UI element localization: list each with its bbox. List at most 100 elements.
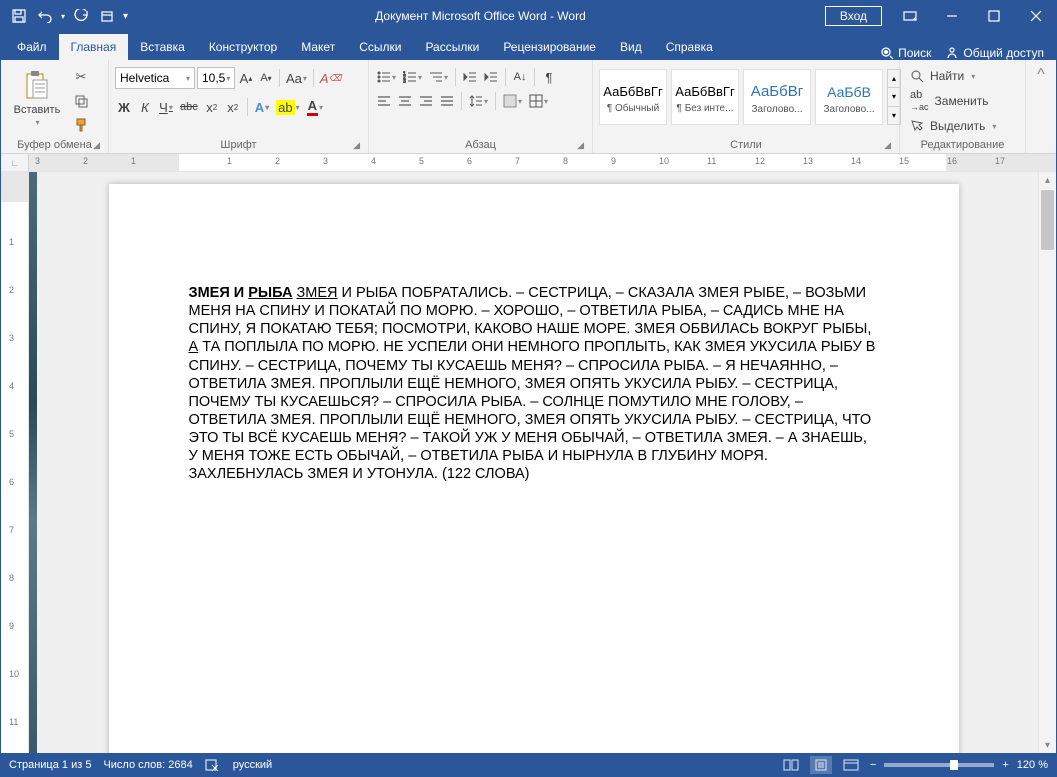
styles-launcher-icon[interactable]: ◢ — [884, 140, 891, 151]
copy-icon[interactable] — [71, 91, 91, 111]
shading-icon[interactable]: ▾ — [501, 91, 524, 111]
vertical-ruler[interactable]: 1234567891011121314151617181920212223242… — [1, 172, 29, 753]
italic-icon[interactable]: К — [136, 97, 154, 117]
find-button[interactable]: Найти▾ — [906, 67, 1000, 85]
styles-scroll[interactable]: ▴ ▾ ▾ — [887, 69, 901, 125]
tab-view[interactable]: Вид — [608, 34, 654, 60]
minimize-icon[interactable] — [932, 1, 972, 31]
view-web-icon[interactable] — [840, 756, 862, 774]
share-button[interactable]: Общий доступ — [945, 46, 1044, 60]
subscript-icon[interactable]: x2 — [203, 97, 221, 117]
style-nospacing[interactable]: АаБбВвГг¶ Без инте... — [671, 69, 739, 125]
superscript-icon[interactable]: x2 — [224, 97, 242, 117]
numbering-icon[interactable]: 123▾ — [401, 67, 424, 87]
bullets-icon[interactable]: ▾ — [375, 67, 398, 87]
ruler-corner: ∟ — [1, 154, 29, 171]
font-name-combobox[interactable]: Helvetica▾ — [115, 67, 195, 89]
align-center-icon[interactable] — [396, 91, 414, 111]
text-effects-icon[interactable]: A▾ — [253, 97, 271, 117]
replace-button[interactable]: ab→acЗаменить — [906, 87, 1000, 115]
increase-indent-icon[interactable] — [482, 67, 500, 87]
status-language[interactable]: русский — [233, 759, 272, 771]
zoom-out-icon[interactable]: − — [870, 759, 876, 771]
ribbon-options-icon[interactable] — [890, 1, 930, 31]
tab-review[interactable]: Рецензирование — [491, 34, 608, 60]
font-launcher-icon[interactable]: ◢ — [353, 140, 360, 151]
zoom-value[interactable]: 120 % — [1017, 759, 1048, 771]
sort-icon[interactable]: A↓ — [511, 67, 529, 87]
line-spacing-icon[interactable]: ▾ — [467, 91, 490, 111]
underline-icon[interactable]: Ч▾ — [157, 97, 175, 117]
tab-references[interactable]: Ссылки — [347, 34, 413, 60]
scroll-down-icon[interactable]: ▾ — [1039, 737, 1056, 753]
svg-text:3: 3 — [403, 79, 406, 83]
group-styles-label: Стили — [730, 139, 762, 151]
scroll-thumb[interactable] — [1041, 190, 1054, 250]
zoom-slider[interactable] — [884, 763, 994, 767]
status-words[interactable]: Число слов: 2684 — [103, 759, 192, 771]
tab-help[interactable]: Справка — [654, 34, 725, 60]
tab-home[interactable]: Главная — [59, 34, 129, 60]
status-proofing-icon[interactable] — [205, 758, 221, 772]
paragraph-launcher-icon[interactable]: ◢ — [577, 140, 584, 151]
decrease-indent-icon[interactable] — [461, 67, 479, 87]
grow-font-icon[interactable]: A▴ — [237, 68, 255, 88]
tab-mailings[interactable]: Рассылки — [413, 34, 491, 60]
save-icon[interactable] — [9, 6, 29, 26]
styles-gallery[interactable]: АаБбВвГг¶ Обычный АаБбВвГг¶ Без инте... … — [599, 63, 901, 131]
borders-icon[interactable]: ▾ — [527, 91, 550, 111]
change-case-icon[interactable]: Aa▾ — [284, 68, 309, 88]
qat-customize-icon[interactable]: ▾ — [123, 11, 128, 22]
view-read-icon[interactable] — [780, 756, 802, 774]
ribbon: Вставить ▾ ✂ Буфер обмена◢ Helvetica▾ 10… — [1, 60, 1056, 154]
undo-icon[interactable] — [35, 6, 55, 26]
style-normal[interactable]: АаБбВвГг¶ Обычный — [599, 69, 667, 125]
vertical-scrollbar[interactable]: ▴ ▾ — [1038, 172, 1056, 753]
view-print-icon[interactable] — [810, 756, 832, 774]
title-bar: ▾ ▾ Документ Microsoft Office Word - Wor… — [1, 1, 1056, 31]
align-right-icon[interactable] — [417, 91, 435, 111]
shrink-font-icon[interactable]: A▾ — [257, 68, 275, 88]
align-left-icon[interactable] — [375, 91, 393, 111]
bold-icon[interactable]: Ж — [115, 97, 133, 117]
status-page[interactable]: Страница 1 из 5 — [9, 759, 91, 771]
style-heading1[interactable]: АаБбВгЗаголово... — [743, 69, 811, 125]
group-editing-label: Редактирование — [921, 139, 1005, 151]
clear-format-icon[interactable]: A⌫ — [318, 68, 343, 88]
tab-file[interactable]: Файл — [5, 34, 59, 60]
tab-design[interactable]: Конструктор — [197, 34, 289, 60]
tab-layout[interactable]: Макет — [289, 34, 347, 60]
close-icon[interactable] — [1016, 1, 1056, 31]
maximize-icon[interactable] — [974, 1, 1014, 31]
paste-button[interactable]: Вставить ▾ — [7, 63, 67, 133]
status-bar: Страница 1 из 5 Число слов: 2684 русский… — [1, 753, 1056, 776]
show-marks-icon[interactable]: ¶ — [540, 67, 558, 87]
font-size-combobox[interactable]: 10,5▾ — [197, 67, 235, 89]
ribbon-tabs: Файл Главная Вставка Конструктор Макет С… — [1, 31, 1056, 60]
redo-icon[interactable] — [71, 6, 91, 26]
select-button[interactable]: Выделить▾ — [906, 117, 1000, 135]
group-paragraph-label: Абзац — [465, 139, 496, 151]
font-color-icon[interactable]: A▾ — [305, 97, 325, 117]
justify-icon[interactable] — [438, 91, 456, 111]
login-button[interactable]: Вход — [825, 6, 882, 26]
horizontal-ruler[interactable]: 3211234567891011121314151617 — [29, 154, 1056, 171]
document-page[interactable]: ЗМЕЯ И РЫБА ЗМЕЯ И РЫБА ПОБРАТАЛИСЬ. – С… — [109, 184, 959, 753]
document-viewport[interactable]: ЗМЕЯ И РЫБА ЗМЕЯ И РЫБА ПОБРАТАЛИСЬ. – С… — [29, 172, 1038, 753]
group-font-label: Шрифт — [220, 139, 256, 151]
clipboard-launcher-icon[interactable]: ◢ — [93, 140, 100, 151]
tab-insert[interactable]: Вставка — [128, 34, 197, 60]
scroll-up-icon[interactable]: ▴ — [1039, 172, 1056, 188]
multilevel-icon[interactable]: ▾ — [427, 67, 450, 87]
group-clipboard-label: Буфер обмена — [17, 139, 92, 151]
strike-icon[interactable]: abc — [178, 97, 200, 117]
zoom-in-icon[interactable]: + — [1002, 759, 1008, 771]
cut-icon[interactable]: ✂ — [71, 67, 91, 87]
qat-item-icon[interactable] — [97, 6, 117, 26]
style-heading2[interactable]: АаБбВЗаголово... — [815, 69, 883, 125]
document-text[interactable]: ЗМЕЯ И РЫБА ЗМЕЯ И РЫБА ПОБРАТАЛИСЬ. – С… — [189, 284, 879, 483]
collapse-ribbon-icon[interactable]: ^ — [1026, 60, 1056, 153]
search-button[interactable]: Поиск — [880, 46, 931, 60]
format-painter-icon[interactable] — [71, 115, 91, 135]
highlight-icon[interactable]: ab▾ — [274, 97, 301, 117]
